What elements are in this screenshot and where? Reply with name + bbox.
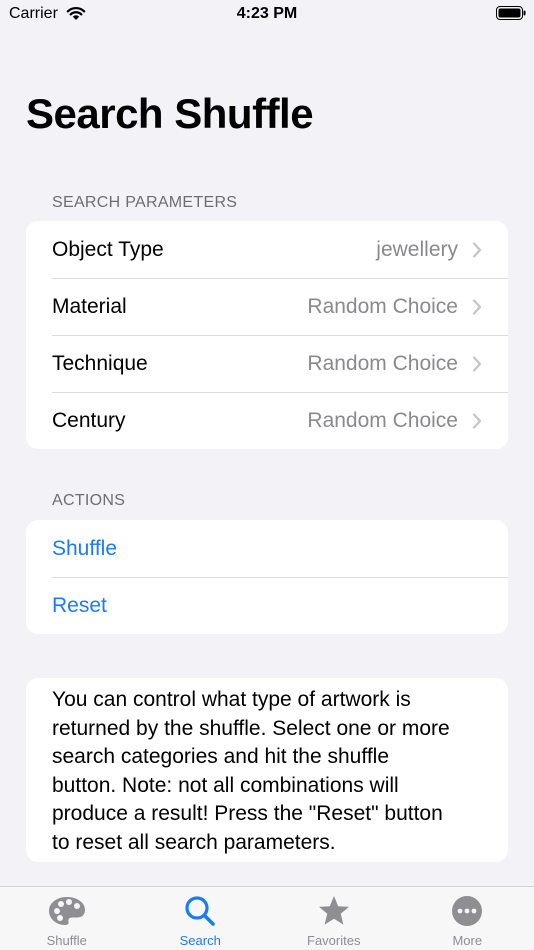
chevron-right-icon	[472, 298, 482, 315]
chevron-right-icon	[472, 241, 482, 258]
star-icon	[318, 896, 349, 925]
status-bar: Carrier 4:23 PM	[0, 0, 534, 30]
row-label: Technique	[52, 351, 148, 375]
row-label: Century	[52, 408, 126, 432]
search-icon	[185, 896, 216, 926]
tab-label: Shuffle	[46, 933, 87, 948]
info-text-line: to reset all search parameters.	[52, 830, 336, 854]
century-row[interactable]: Century Random Choice	[26, 392, 508, 449]
shuffle-button[interactable]: Shuffle	[26, 520, 508, 577]
page-title: Search Shuffle	[26, 90, 314, 137]
actions-group: Shuffle Reset	[26, 520, 508, 634]
search-parameters-header: SEARCH PARAMETERS	[52, 194, 238, 211]
technique-row[interactable]: Technique Random Choice	[26, 335, 508, 392]
row-value: Random Choice	[307, 408, 458, 432]
row-value: Random Choice	[307, 351, 458, 375]
object-type-row[interactable]: Object Type jewellery	[26, 221, 508, 278]
row-value: Random Choice	[307, 294, 458, 318]
row-label: Material	[52, 294, 127, 318]
tab-label: Favorites	[307, 933, 361, 948]
info-text-line: button. Note: not all combinations will	[52, 773, 399, 797]
reset-button[interactable]: Reset	[26, 577, 508, 634]
status-time: 4:23 PM	[236, 5, 298, 22]
info-text-line: produce a result! Press the "Reset" butt…	[52, 802, 443, 826]
chevron-right-icon	[472, 412, 482, 429]
tab-shuffle[interactable]: Shuffle	[0, 887, 134, 950]
tab-bar: Shuffle Search Favorites More	[0, 886, 534, 950]
actions-header: ACTIONS	[52, 492, 126, 509]
tab-label: Search	[179, 933, 221, 948]
more-icon	[452, 896, 483, 926]
tab-search[interactable]: Search	[134, 887, 268, 950]
search-parameters-group: Object Type jewellery Material Random Ch…	[26, 221, 508, 449]
material-row[interactable]: Material Random Choice	[26, 278, 508, 335]
info-text-line: You can control what type of artwork is	[52, 688, 411, 711]
tab-more[interactable]: More	[401, 887, 534, 950]
info-text-line: search categories and hit the shuffle	[52, 745, 389, 769]
row-label: Object Type	[52, 237, 164, 261]
row-value: jewellery	[376, 237, 458, 261]
tab-favorites[interactable]: Favorites	[267, 887, 401, 950]
info-card: You can control what type of artwork is …	[26, 678, 508, 862]
chevron-right-icon	[472, 355, 482, 372]
tab-label: More	[452, 933, 483, 948]
palette-icon	[48, 897, 85, 925]
info-text-line: returned by the shuffle. Select one or m…	[52, 716, 450, 740]
battery-icon	[496, 6, 526, 20]
